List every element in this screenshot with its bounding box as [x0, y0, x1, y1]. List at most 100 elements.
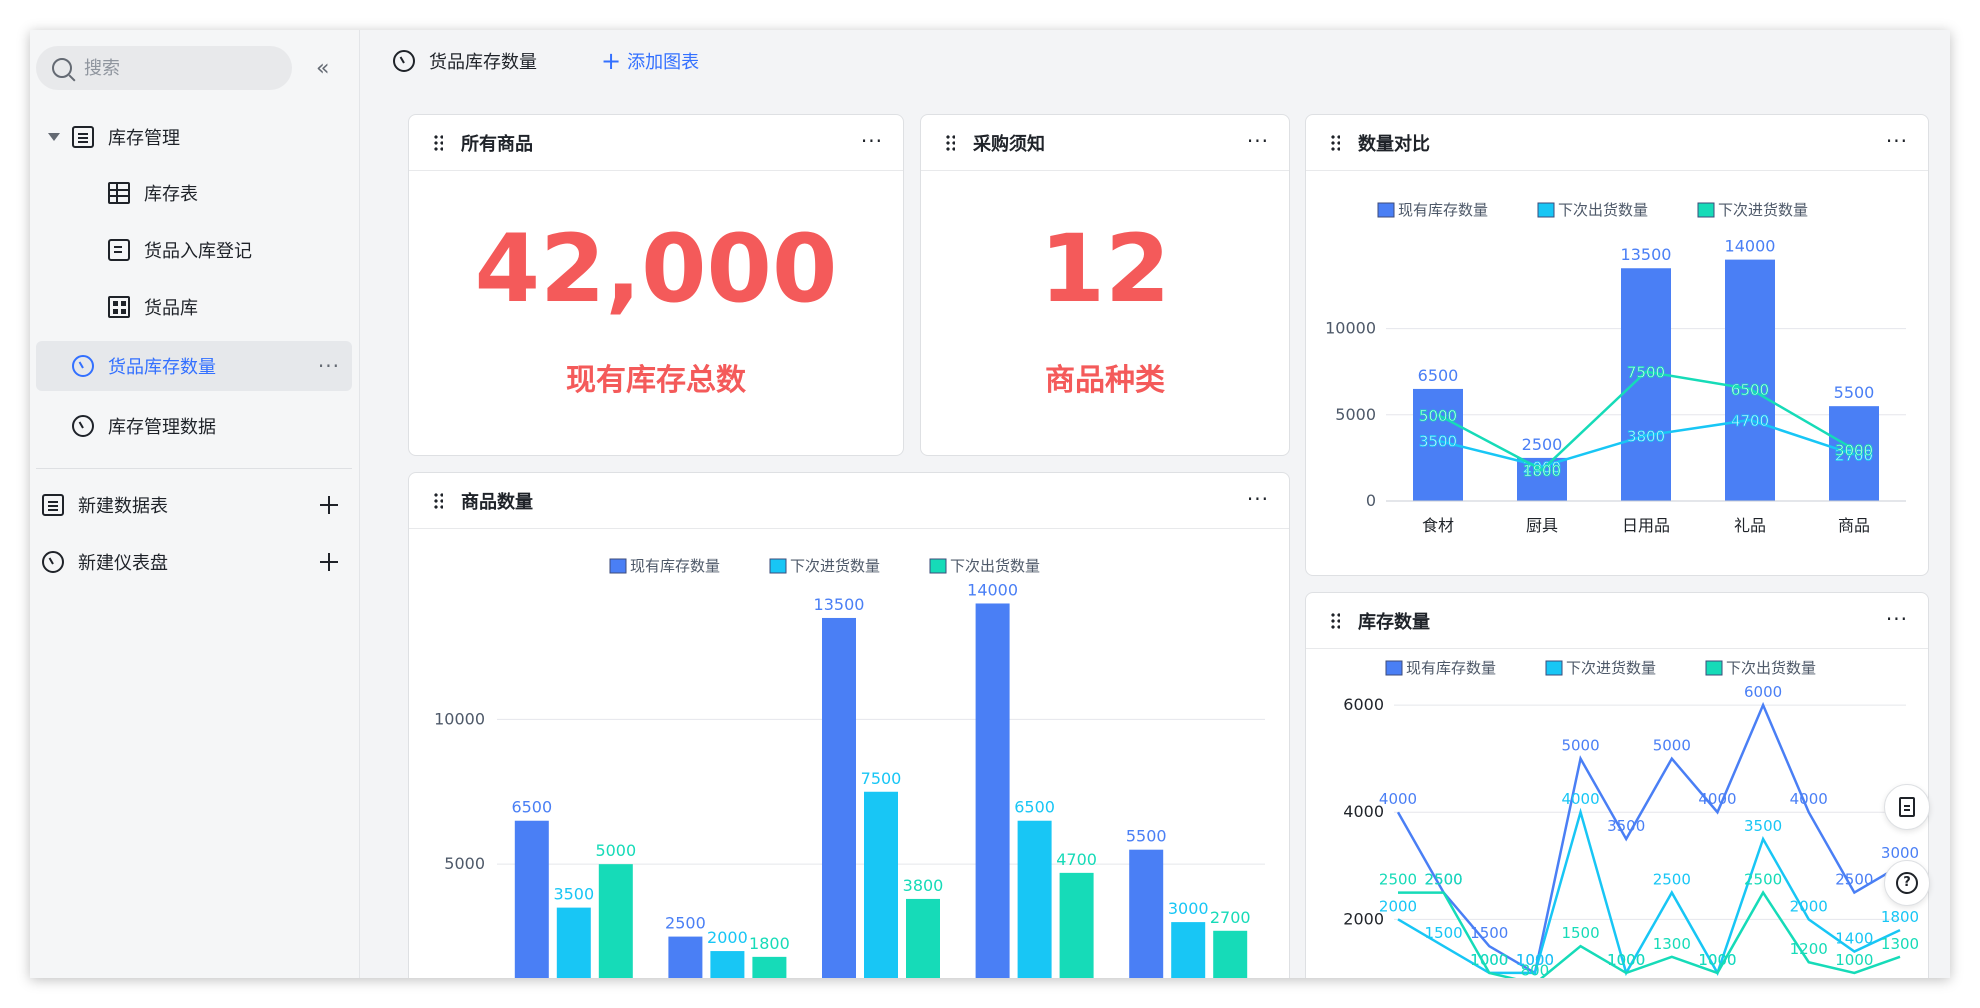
more-options-icon[interactable]: ···: [1247, 487, 1269, 511]
new-dashboard-label: 新建仪表盘: [78, 553, 168, 574]
legend-label: 下次出货数量: [1558, 201, 1648, 219]
legend-swatch: [1385, 660, 1403, 676]
search-input[interactable]: [84, 57, 244, 79]
x-tick-label: 食材: [1422, 516, 1454, 535]
bar: [514, 820, 549, 978]
data-label: 2500: [1522, 435, 1563, 454]
add-chart-button[interactable]: + 添加图表: [601, 47, 699, 75]
legend-swatch: [929, 558, 947, 574]
sidebar-item-inventory-data[interactable]: 库存管理数据: [36, 401, 352, 451]
document-icon: [72, 126, 94, 148]
form-icon: [108, 239, 130, 261]
grid-icon: [108, 296, 130, 318]
more-options-icon[interactable]: ···: [1886, 607, 1908, 631]
data-label: 800: [1521, 962, 1550, 978]
data-label: 6500: [1014, 798, 1055, 817]
collapse-sidebar-icon[interactable]: «: [316, 56, 330, 81]
card-header: 采购须知 ···: [921, 115, 1289, 171]
new-table-label: 新建数据表: [78, 496, 168, 517]
sidebar-item-goods-library[interactable]: 货品库: [36, 282, 352, 332]
data-label: 5000: [1653, 737, 1691, 755]
data-label: 1000: [1835, 951, 1873, 969]
data-label: 1000: [1470, 951, 1508, 969]
search-icon: [52, 58, 72, 78]
dashboard-icon: [42, 551, 64, 573]
data-label: 1000: [1698, 951, 1736, 969]
plus-icon[interactable]: [320, 496, 338, 514]
drag-handle-icon[interactable]: [1330, 133, 1340, 152]
card-stock-quantity[interactable]: 库存数量 ··· 现有库存数量 下次进货数量 下次出货数量 2000 4000 6000 4…: [1305, 592, 1929, 978]
dashboard-icon: [72, 415, 94, 437]
sidebar-item-label: 货品入库登记: [144, 241, 252, 262]
legend-label: 下次出货数量: [1726, 659, 1816, 677]
data-label: 13500: [814, 595, 865, 614]
sidebar: « 库存管理 库存表 货品入库登记 货品库 货品库存数量 ··· 库存管理数据: [30, 30, 360, 978]
data-label: 1400: [1835, 930, 1873, 948]
sidebar-group-inventory[interactable]: 库存管理: [36, 112, 352, 162]
y-tick-label: 10000: [1325, 319, 1376, 338]
data-label: 1800: [1523, 462, 1561, 480]
data-label: 4000: [1698, 790, 1736, 808]
card-purchase-notes[interactable]: 采购须知 ··· 12 商品种类: [920, 114, 1290, 456]
document-float-button[interactable]: [1884, 784, 1930, 830]
new-dashboard-button[interactable]: 新建仪表盘: [36, 537, 352, 587]
data-label: 2500: [1744, 871, 1782, 889]
card-header: 库存数量 ···: [1306, 593, 1928, 649]
help-float-button[interactable]: ?: [1884, 860, 1930, 906]
data-label: 3500: [1744, 817, 1782, 835]
data-label: 2000: [707, 928, 748, 947]
table-icon: [108, 182, 130, 204]
data-label: 1500: [1561, 924, 1599, 942]
caret-down-icon[interactable]: [48, 133, 60, 141]
bar: [598, 864, 633, 978]
data-label: 5500: [1834, 383, 1875, 402]
legend-swatch: [1537, 202, 1555, 218]
more-options-icon[interactable]: ···: [861, 129, 883, 153]
data-label: 3000: [1881, 844, 1919, 862]
data-label: 4000: [1379, 790, 1417, 808]
drag-handle-icon[interactable]: [433, 133, 443, 152]
search-box[interactable]: [36, 46, 292, 90]
data-label: 3000: [1835, 441, 1873, 459]
drag-handle-icon[interactable]: [433, 491, 443, 510]
data-label: 4700: [1731, 412, 1769, 430]
bar: [906, 898, 940, 978]
dashboard-title: 货品库存数量: [429, 52, 537, 73]
data-label: 5000: [1419, 407, 1457, 425]
sidebar-item-goods-stock-qty[interactable]: 货品库存数量 ···: [36, 341, 352, 391]
new-table-button[interactable]: 新建数据表: [36, 480, 352, 530]
data-label: 14000: [967, 580, 1018, 599]
data-label: 2700: [1210, 908, 1251, 927]
plus-icon[interactable]: [320, 553, 338, 571]
card-all-goods[interactable]: 所有商品 ··· 42,000 现有库存总数: [408, 114, 904, 456]
sidebar-item-inbound-register[interactable]: 货品入库登记: [36, 225, 352, 275]
card-title: 采购须知: [973, 133, 1045, 155]
data-label: 3000: [1168, 899, 1209, 918]
drag-handle-icon[interactable]: [1330, 611, 1340, 630]
more-options-icon[interactable]: ···: [1247, 129, 1269, 153]
drag-handle-icon[interactable]: [945, 133, 955, 152]
sidebar-item-inventory-table[interactable]: 库存表: [36, 168, 352, 218]
data-label: 3500: [553, 885, 594, 904]
card-title: 库存数量: [1358, 611, 1430, 633]
more-options-icon[interactable]: ···: [1886, 129, 1908, 153]
legend-swatch: [609, 558, 627, 574]
y-tick-label: 5000: [1335, 405, 1376, 424]
product-type-count: 12: [1039, 215, 1171, 324]
dashboard-icon: [393, 50, 415, 72]
sidebar-group-label: 库存管理: [108, 128, 180, 149]
bar: [1017, 820, 1052, 978]
top-bar: 货品库存数量 + 添加图表: [361, 30, 1950, 92]
data-label: 1500: [1470, 924, 1508, 942]
data-label: 7500: [861, 769, 902, 788]
card-title: 商品数量: [461, 491, 533, 513]
data-label: 2500: [1379, 871, 1417, 889]
y-tick-label: 2000: [1343, 909, 1384, 928]
legend-label: 现有库存数量: [1406, 659, 1496, 677]
card-quantity-compare[interactable]: 数量对比 ··· 现有库存数量 下次出货数量 下次进货数量 0 5000 10000 食材 厨…: [1305, 114, 1929, 576]
more-options-icon[interactable]: ···: [318, 354, 340, 378]
legend-swatch: [1377, 202, 1395, 218]
card-goods-quantity[interactable]: 商品数量 ··· 现有库存数量 下次进货数量 下次出货数量 5000 10000 6500…: [408, 472, 1290, 978]
data-label: 5000: [595, 841, 636, 860]
y-tick-label: 5000: [444, 854, 485, 873]
